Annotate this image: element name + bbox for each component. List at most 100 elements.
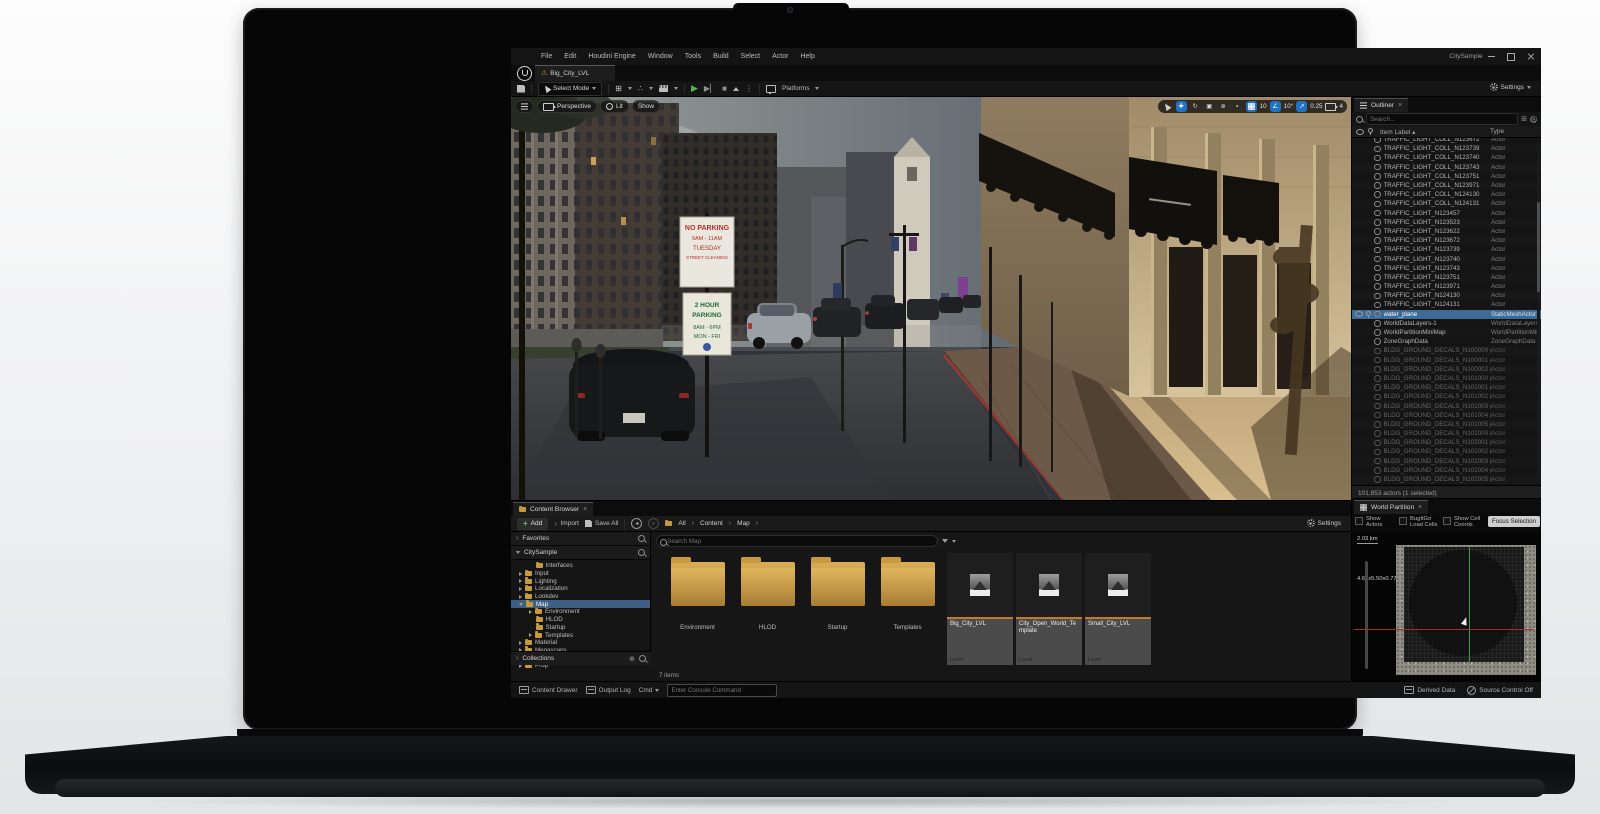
outliner-row[interactable]: BLDG_GROUND_DECALS_N101002 (Un Actor: [1352, 392, 1541, 401]
outliner-row[interactable]: BLDG_GROUND_DECALS_N102005 (Un Actor: [1352, 475, 1541, 484]
maximize-icon[interactable]: [1507, 53, 1515, 61]
show-cell-coords-checkbox[interactable]: [1443, 517, 1451, 525]
outliner-row[interactable]: BLDG_GROUND_DECALS_N101005 (Un Actor: [1352, 420, 1541, 429]
expander-icon[interactable]: [519, 572, 522, 576]
outliner-settings-icon[interactable]: [1530, 116, 1537, 123]
close-icon[interactable]: [1527, 53, 1535, 61]
folder-tile[interactable]: HLOD: [738, 556, 797, 631]
outliner-row[interactable]: TRAFFIC_LIGHT_COLL_N123739 Actor: [1352, 144, 1541, 153]
viewport-scene[interactable]: NO PARKING 9AM - 11AM TUESDAY STREET CLE…: [511, 97, 1351, 500]
blueprints-icon[interactable]: ∴: [638, 85, 643, 93]
breadcrumb-all[interactable]: All: [678, 520, 685, 527]
outliner-row[interactable]: BLDG_GROUND_DECALS_N102004 (Un Actor: [1352, 466, 1541, 475]
cmd-dropdown[interactable]: Cmd: [639, 687, 660, 694]
outliner-scrollbar[interactable]: [1537, 142, 1540, 482]
platforms-dropdown[interactable]: Platforms: [782, 85, 809, 92]
outliner-search-input[interactable]: [1366, 113, 1518, 125]
tab-level[interactable]: ⚠ Big_City_LVL: [535, 65, 615, 81]
forward-icon[interactable]: ▸: [648, 518, 659, 529]
rotate-tool-icon[interactable]: ↻: [1190, 101, 1201, 112]
grid-snap-icon[interactable]: [1246, 101, 1257, 112]
surface-snap-icon[interactable]: ▪: [1232, 101, 1243, 112]
lit-dropdown[interactable]: Lit: [600, 100, 629, 113]
menu-item[interactable]: Actor: [766, 53, 794, 60]
skip-icon[interactable]: ▶▏: [704, 85, 716, 93]
outliner-row[interactable]: BLDG_GROUND_DECALS_N102001 (Un Actor: [1352, 438, 1541, 447]
outliner-row[interactable]: TRAFFIC_LIGHT_N123740 Actor: [1352, 254, 1541, 263]
bugitgo-checkbox[interactable]: [1399, 517, 1407, 525]
outliner-row[interactable]: BLDG_GROUND_DECALS_N101003 (Un Actor: [1352, 401, 1541, 410]
favorites-section[interactable]: › Favorites: [511, 532, 650, 546]
close-tab-icon[interactable]: ×: [583, 506, 587, 513]
search-icon[interactable]: [639, 655, 646, 662]
unreal-logo-icon[interactable]: [517, 66, 532, 81]
source-control-button[interactable]: Source Control Off: [1467, 686, 1533, 695]
outliner-row[interactable]: TRAFFIC_LIGHT_N123523 Actor: [1352, 218, 1541, 227]
outliner-row[interactable]: TRAFFIC_LIGHT_N123622 Actor: [1352, 227, 1541, 236]
show-dropdown[interactable]: Show: [632, 100, 660, 113]
outliner-row[interactable]: ZoneGraphData ZoneGraphData: [1352, 337, 1541, 346]
menu-item[interactable]: Tools: [679, 53, 707, 60]
camera-speed-value[interactable]: 0.25: [1310, 103, 1322, 110]
outliner-row[interactable]: TRAFFIC_LIGHT_COLL_N124131 Actor: [1352, 199, 1541, 208]
add-actor-icon[interactable]: ⊞: [615, 85, 622, 93]
back-icon[interactable]: ◂: [631, 518, 642, 529]
outliner-row[interactable]: BLDG_GROUND_DECALS_N102002 (Un Actor: [1352, 447, 1541, 456]
close-tab-icon[interactable]: ×: [1418, 504, 1422, 511]
project-section[interactable]: CitySample: [511, 546, 650, 560]
menu-item[interactable]: Edit: [558, 53, 582, 60]
level-asset-tile[interactable]: Small_City_LVL Level: [1085, 553, 1151, 665]
output-log-button[interactable]: Output Log: [586, 686, 631, 694]
outliner-row[interactable]: TRAFFIC_LIGHT_COLL_N123743 Actor: [1352, 163, 1541, 172]
stop-icon[interactable]: ■: [722, 85, 727, 93]
select-mode-dropdown[interactable]: Select Mode: [538, 82, 602, 96]
tree-item[interactable]: HLOD: [511, 616, 650, 624]
outliner-row[interactable]: BLDG_GROUND_DECALS_N101000 (Un Actor: [1352, 374, 1541, 383]
outliner-row[interactable]: WorldPartitionMiniMap WorldPartitionMin: [1352, 328, 1541, 337]
outliner-row[interactable]: TRAFFIC_LIGHT_COLL_N123971 Actor: [1352, 181, 1541, 190]
rotation-snap-value[interactable]: 10°: [1284, 103, 1294, 110]
outliner-row[interactable]: TRAFFIC_LIGHT_N123751 Actor: [1352, 273, 1541, 282]
filter-icon[interactable]: [942, 539, 948, 543]
minimize-icon[interactable]: [1488, 56, 1495, 57]
tree-item[interactable]: Lighting: [511, 577, 650, 585]
move-tool-icon[interactable]: ✚: [1176, 101, 1187, 112]
minimap[interactable]: [1396, 545, 1536, 675]
scale-tool-icon[interactable]: ▣: [1204, 101, 1215, 112]
level-asset-tile[interactable]: City_Open_World_Template Level: [1016, 553, 1082, 665]
world-partition-map[interactable]: 2.03 km 4.61x5.50x0.77 km: [1352, 533, 1541, 682]
tree-item[interactable]: Map: [511, 600, 650, 608]
pin-icon[interactable]: [1366, 311, 1371, 316]
cinematics-icon[interactable]: [659, 85, 668, 92]
tree-item[interactable]: Localization: [511, 585, 650, 593]
expander-icon[interactable]: [529, 633, 532, 637]
settings-dropdown[interactable]: Settings: [1490, 83, 1532, 91]
outliner-row[interactable]: BLDG_GROUND_DECALS_N100002 (Un Actor: [1352, 365, 1541, 374]
outliner-row[interactable]: WorldDataLayers-1 WorldDataLayers: [1352, 319, 1541, 328]
outliner-row[interactable]: water_plane StaticMeshActor: [1352, 310, 1541, 319]
focus-selection-button[interactable]: Focus Selection: [1488, 516, 1540, 527]
tree-item[interactable]: Material: [511, 639, 650, 647]
breadcrumb-content[interactable]: Content: [700, 520, 723, 527]
play-icon[interactable]: ▶: [691, 84, 698, 93]
tree-item[interactable]: Templates: [511, 631, 650, 639]
show-actors-checkbox[interactable]: [1355, 517, 1363, 525]
tree-item[interactable]: Lookdev: [511, 593, 650, 601]
camera-count-value[interactable]: 4: [1339, 103, 1343, 110]
expander-icon[interactable]: [519, 641, 522, 645]
outliner-row[interactable]: TRAFFIC_LIGHT_N123739 Actor: [1352, 245, 1541, 254]
viewport-menu-button[interactable]: [515, 100, 534, 113]
outliner-row[interactable]: BLDG_GROUND_DECALS_N101001 (Un Actor: [1352, 383, 1541, 392]
more-options-icon[interactable]: ⋮: [745, 85, 753, 93]
add-collection-icon[interactable]: ⊕: [629, 655, 635, 663]
tab-outliner[interactable]: Outliner ×: [1354, 98, 1408, 112]
tree-item[interactable]: Startup: [511, 624, 650, 632]
level-asset-tile[interactable]: Big_City_LVL Level: [947, 553, 1013, 665]
eject-icon[interactable]: [733, 87, 739, 91]
tree-item[interactable]: Input: [511, 570, 650, 578]
outliner-row[interactable]: TRAFFIC_LIGHT_COLL_N123751 Actor: [1352, 172, 1541, 181]
outliner-row[interactable]: TRAFFIC_LIGHT_N123743 Actor: [1352, 264, 1541, 273]
outliner-row[interactable]: BLDG_GROUND_DECALS_N100001 (Un Actor: [1352, 356, 1541, 365]
eye-icon[interactable]: [1355, 311, 1363, 317]
outliner-row[interactable]: BLDG_GROUND_DECALS_N102000 (Un Actor: [1352, 429, 1541, 438]
